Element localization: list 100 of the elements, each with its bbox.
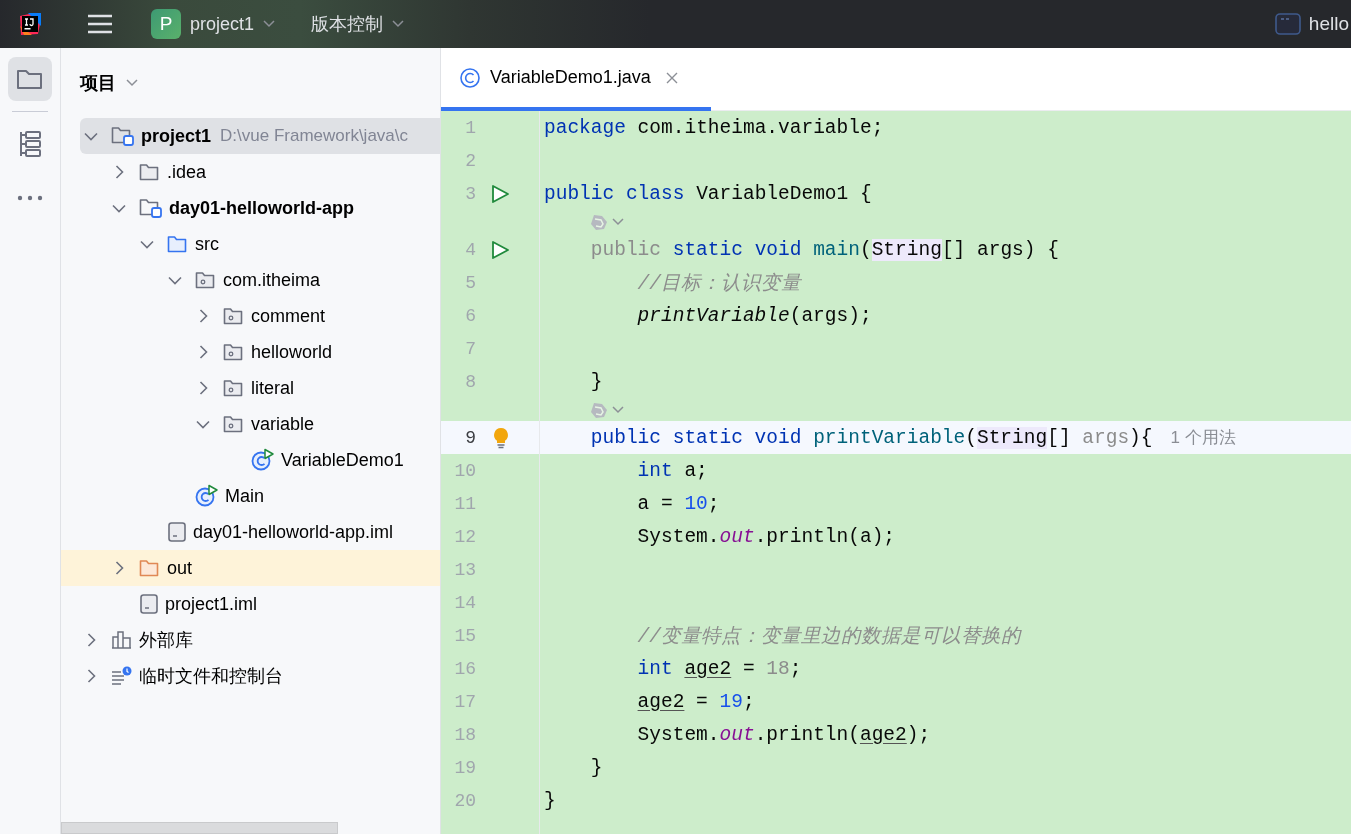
tree-item[interactable]: helloworld [61,334,440,370]
code-line: System.out.println(age2); [637,723,931,746]
chevron-right-icon [198,381,208,395]
line-number: 7 [464,338,476,359]
scrollbar[interactable] [61,822,338,834]
chevron-down-icon [84,131,98,141]
class-icon [459,66,481,89]
app-logo[interactable] [18,12,42,36]
more-icon [17,195,43,201]
chevron-right-icon [114,165,124,179]
line-number: 2 [464,150,476,171]
line-number: 13 [453,559,476,580]
line-number: 17 [453,691,476,712]
tree-item[interactable]: day01-helloworld-app [61,190,440,226]
scratch-icon [111,666,133,686]
tree-item[interactable]: literal [61,370,440,406]
module-icon [139,197,163,219]
chevron-right-icon [198,345,208,359]
tree-item[interactable]: Main [61,478,440,514]
class-icon [251,448,275,472]
line-number: 4 [464,239,476,260]
chevron-down-icon [168,275,182,285]
folder-icon [139,162,161,182]
module-icon [111,125,135,147]
panel-title[interactable]: 项目 [80,71,116,95]
file-icon [167,521,187,543]
code-line: //变量特点：变量里边的数据是可以替换的 [637,624,1021,649]
line-number: 3 [464,183,476,204]
chevron-down-icon [112,203,126,213]
chevron-down-icon [140,239,154,249]
chevron-right-icon [114,561,124,575]
class-icon [195,484,219,508]
tree-item[interactable]: 外部库 [61,622,440,658]
line-number: 16 [453,658,476,679]
lightbulb-icon[interactable] [492,426,510,449]
chevron-right-icon [198,309,208,323]
chevron-right-icon [86,633,96,647]
chevron-down-icon [126,79,138,87]
chevron-down-icon [263,20,276,28]
code-line: public static void main(String[] args) { [590,238,1059,261]
tree-item[interactable]: .idea [61,154,440,190]
tree-item[interactable]: com.itheima [61,262,440,298]
close-icon[interactable] [665,71,678,84]
tree-item[interactable]: day01-helloworld-app.iml [61,514,440,550]
folder-icon [16,67,44,91]
line-number: 10 [453,460,476,481]
code-line: a = 10; [637,492,720,515]
structure-icon [18,130,42,158]
tool-window-button[interactable] [8,57,52,101]
code-line: System.out.println(a); [637,525,896,548]
tree-item[interactable]: VariableDemo1 [61,442,440,478]
line-number: 1 [464,117,476,138]
line-number: 15 [453,625,476,646]
code-line: public class VariableDemo1 { [544,182,872,205]
line-number: 9 [464,427,476,448]
code-line: int a; [637,459,708,482]
tree-item[interactable]: variable [61,406,440,442]
menu-icon[interactable] [87,13,113,35]
line-number: 5 [464,272,476,293]
tree-item[interactable]: out [61,550,440,586]
chevron-right-icon [86,669,96,683]
code-line: } [590,756,603,779]
tree-item[interactable]: project1.iml [61,586,440,622]
code-line: } [544,789,556,812]
tree-item[interactable]: 临时文件和控制台 [61,658,440,694]
line-number: 11 [453,493,476,514]
tree-item[interactable]: project1 D:\vue Framework\java\c [80,118,440,154]
code-line: package com.itheima.variable; [544,116,884,139]
line-number: 12 [453,526,476,547]
tree-item[interactable]: src [61,226,440,262]
run-icon[interactable] [490,183,510,204]
line-number: 6 [464,305,476,326]
project-selector[interactable]: P project1 [151,9,276,39]
chevron-down-icon [196,419,210,429]
run-config-selector[interactable]: hello [1274,13,1349,35]
folder-icon [167,234,189,254]
package-icon [223,378,245,398]
line-number: 14 [453,592,476,613]
library-icon [111,630,133,650]
chevron-down-icon [392,20,405,28]
package-icon [195,270,217,290]
code-line: //目标：认识变量 [637,271,801,296]
line-number: 8 [464,371,476,392]
vcs-menu[interactable]: 版本控制 [311,12,405,36]
file-icon [139,593,159,615]
folder-icon [139,558,161,578]
run-icon[interactable] [490,239,510,260]
package-icon [223,306,245,326]
line-number: 18 [453,724,476,745]
code-line: } [590,370,603,393]
package-icon [223,414,245,434]
package-icon [223,342,245,362]
line-number: 19 [453,757,476,778]
code-line: public static void printVariable(String[] args){ [590,426,1153,449]
code-line: printVariable(args); [637,304,872,327]
window-icon [1274,13,1301,35]
code-line: int age2 = 18; [637,657,802,680]
code-line: age2 = 19; [637,690,755,713]
line-number: 20 [453,790,476,811]
tree-item[interactable]: comment [61,298,440,334]
